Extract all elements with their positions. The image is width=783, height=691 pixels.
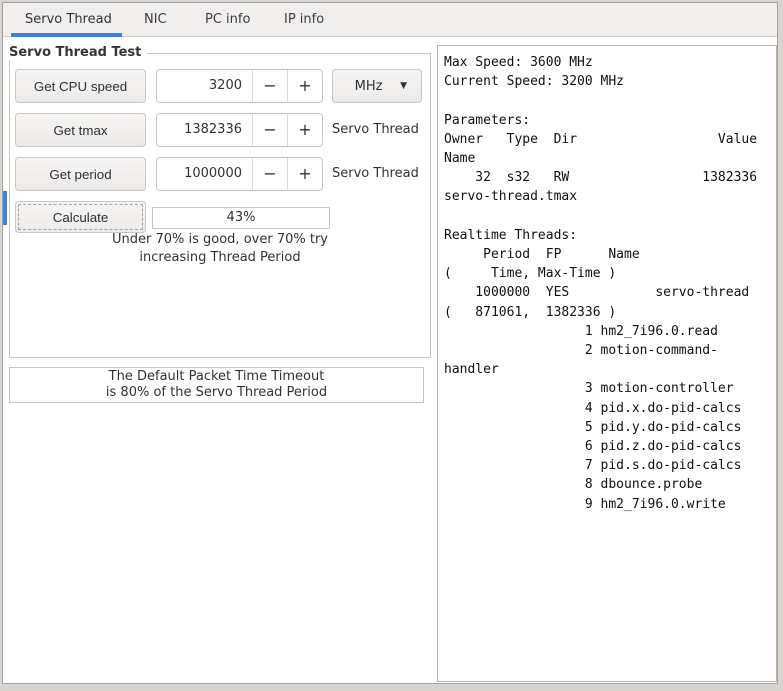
page-servo-thread: Servo Thread Test Get CPU speed 3200 − +… — [3, 38, 777, 683]
packet-timeout-frame: The Default Packet Time Timeout is 80% o… — [9, 367, 424, 403]
minus-icon[interactable]: − — [252, 114, 287, 146]
output-textview[interactable]: Max Speed: 3600 MHz Current Speed: 3200 … — [437, 45, 777, 682]
scroll-indicator[interactable] — [3, 191, 7, 225]
active-tab-indicator — [11, 33, 122, 37]
get-period-button[interactable]: Get period — [15, 157, 146, 191]
unit-combobox-value: MHz — [354, 78, 383, 94]
tab-pc-info[interactable]: PC info — [205, 3, 250, 37]
get-tmax-button[interactable]: Get tmax — [15, 113, 146, 147]
plus-icon[interactable]: + — [287, 70, 322, 102]
cpu-speed-spinbox: 3200 − + — [156, 69, 323, 103]
tmax-thread-label: Servo Thread — [332, 122, 419, 137]
plus-icon[interactable]: + — [287, 158, 322, 190]
period-thread-label: Servo Thread — [332, 166, 419, 181]
tab-servo-thread[interactable]: Servo Thread — [25, 3, 112, 37]
tmax-value[interactable]: 1382336 — [157, 114, 252, 146]
servo-thread-test-frame: Servo Thread Test Get CPU speed 3200 − +… — [9, 45, 431, 358]
get-cpu-speed-button[interactable]: Get CPU speed — [15, 69, 146, 103]
app-window: Servo Thread NIC PC info IP info Servo T… — [0, 0, 783, 691]
timeout-line2: is 80% of the Servo Thread Period — [105, 385, 328, 400]
chevron-down-icon: ▼ — [400, 81, 407, 91]
window-frame: Servo Thread NIC PC info IP info Servo T… — [2, 2, 778, 684]
minus-icon[interactable]: − — [252, 70, 287, 102]
unit-combobox[interactable]: MHz ▼ — [332, 69, 422, 103]
result-field[interactable]: 43% — [152, 207, 330, 229]
plus-icon[interactable]: + — [287, 114, 322, 146]
tab-ip-info[interactable]: IP info — [284, 3, 324, 37]
timeout-line1: The Default Packet Time Timeout — [108, 369, 325, 384]
period-spinbox: 1000000 − + — [156, 157, 323, 191]
hint-line2: increasing Thread Period — [139, 250, 301, 265]
period-value[interactable]: 1000000 — [157, 158, 252, 190]
tab-bar: Servo Thread NIC PC info IP info — [3, 3, 777, 37]
tmax-spinbox: 1382336 − + — [156, 113, 323, 147]
minus-icon[interactable]: − — [252, 158, 287, 190]
tab-nic[interactable]: NIC — [144, 3, 167, 37]
hint-line1: Under 70% is good, over 70% try — [112, 232, 328, 247]
frame-title: Servo Thread Test — [9, 45, 148, 60]
calculate-button[interactable]: Calculate — [15, 201, 146, 233]
hint-text: Under 70% is good, over 70% try increasi… — [10, 231, 430, 267]
cpu-speed-value[interactable]: 3200 — [157, 70, 252, 102]
